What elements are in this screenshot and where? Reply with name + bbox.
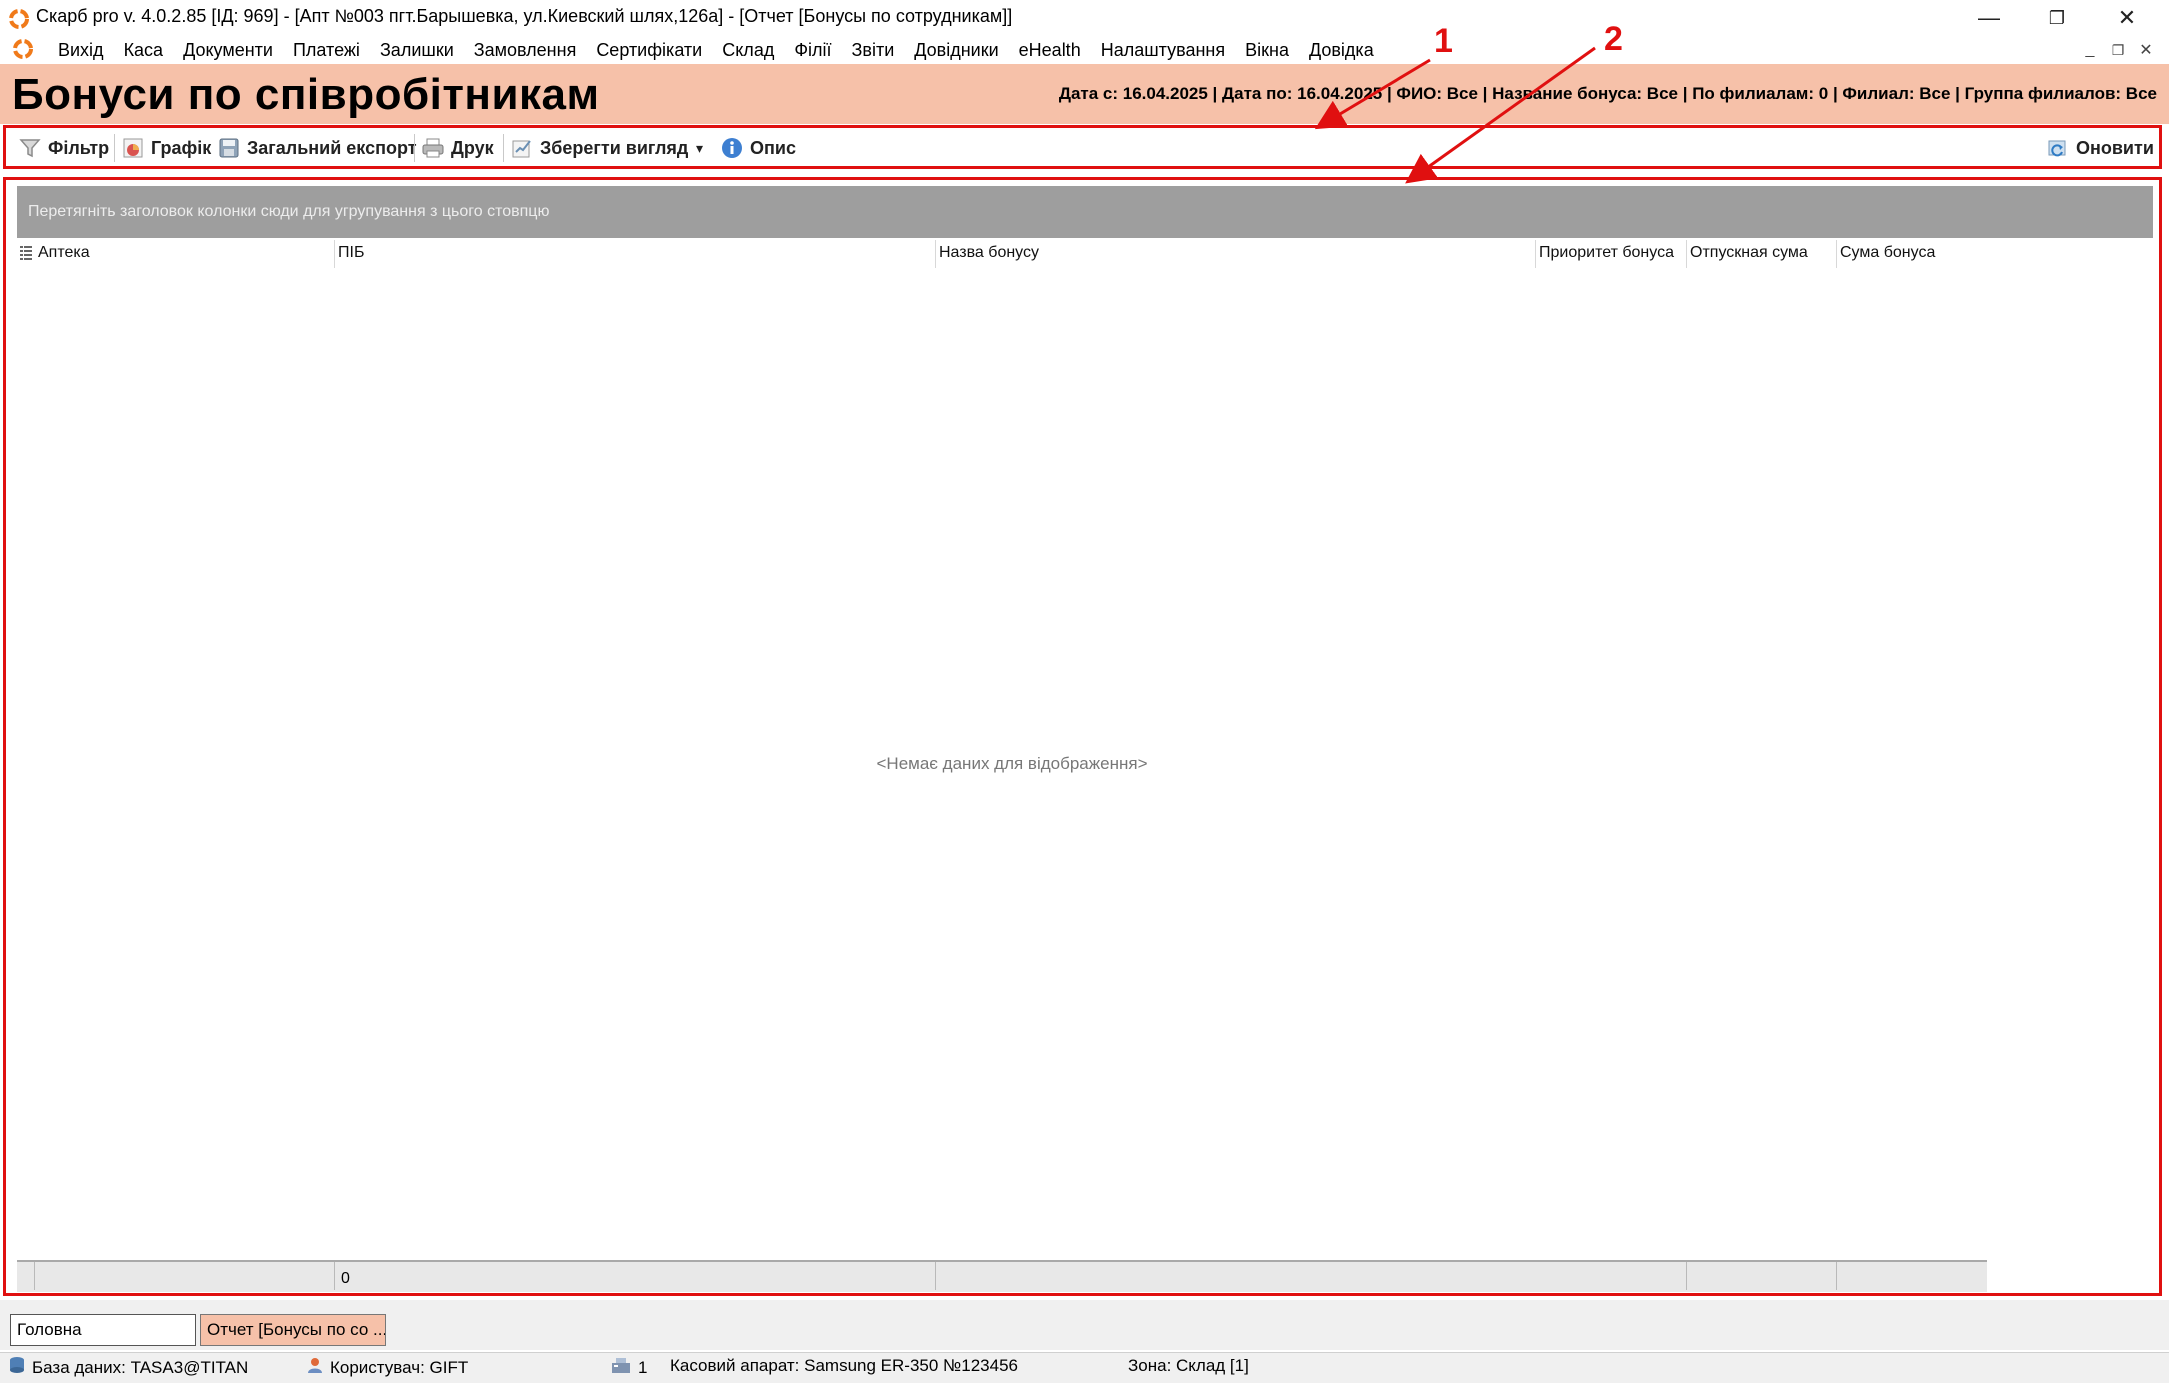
window-title: Скарб pro v. 4.0.2.85 [ІД: 969] - [Апт №… (36, 6, 1013, 26)
status-user: Користувач: GIFT (306, 1356, 468, 1379)
database-label: База даних: TASA3@TITAN (32, 1357, 249, 1377)
menu-ehealth[interactable]: eHealth (1009, 40, 1091, 61)
kiosk-count: 1 (638, 1357, 648, 1377)
status-kiosk: 1 (610, 1356, 647, 1379)
page-title: Бонуси по співробітникам (12, 70, 600, 119)
mdi-restore-button[interactable]: ❐ (2106, 38, 2130, 62)
app-logo-icon (8, 8, 30, 30)
menu-warehouse[interactable]: Склад (712, 40, 784, 61)
menu-cash[interactable]: Каса (114, 40, 174, 61)
close-button[interactable]: ✕ (2093, 0, 2161, 36)
status-database: База даних: TASA3@TITAN (8, 1356, 248, 1379)
toolbar-highlight-frame (3, 125, 2162, 169)
app-menu-icon[interactable] (12, 38, 34, 60)
menu-help[interactable]: Довідка (1299, 40, 1384, 61)
menu-documents[interactable]: Документи (173, 40, 283, 61)
menu-orders[interactable]: Замовлення (464, 40, 587, 61)
menu-payments[interactable]: Платежі (283, 40, 370, 61)
mdi-close-button[interactable]: ✕ (2134, 38, 2158, 62)
menu-settings[interactable]: Налаштування (1091, 40, 1235, 61)
status-zone: Зона: Склад [1] (1128, 1356, 1249, 1375)
annotation-label-1: 1 (1434, 22, 1453, 60)
annotation-label-2: 2 (1604, 20, 1623, 58)
minimize-button[interactable]: — (1955, 0, 2023, 36)
user-label: Користувач: GIFT (330, 1357, 469, 1377)
filter-summary: Дата с: 16.04.2025 | Дата по: 16.04.2025… (1058, 84, 2157, 103)
user-icon (306, 1356, 324, 1379)
menu-items: Вихід Каса Документи Платежі Залишки Зам… (48, 37, 1384, 63)
cash-register-icon (610, 1356, 632, 1379)
menu-directories[interactable]: Довідники (904, 40, 1008, 61)
menu-branches[interactable]: Філії (784, 40, 841, 61)
grid-highlight-frame (3, 177, 2162, 1296)
restore-button[interactable]: ❐ (2023, 0, 2091, 36)
menu-certificates[interactable]: Сертифікати (586, 40, 712, 61)
status-register: Касовий апарат: Samsung ER-350 №123456 (670, 1356, 1019, 1375)
tab-main[interactable]: Головна (10, 1314, 196, 1346)
menu-stock[interactable]: Залишки (370, 40, 464, 61)
menu-exit[interactable]: Вихід (48, 40, 114, 61)
mdi-minimize-button[interactable]: _ (2078, 38, 2102, 62)
tab-report[interactable]: Отчет [Бонусы по со ... (200, 1314, 386, 1346)
database-icon (8, 1356, 26, 1379)
menu-windows[interactable]: Вікна (1235, 40, 1299, 61)
menu-reports[interactable]: Звіти (842, 40, 905, 61)
